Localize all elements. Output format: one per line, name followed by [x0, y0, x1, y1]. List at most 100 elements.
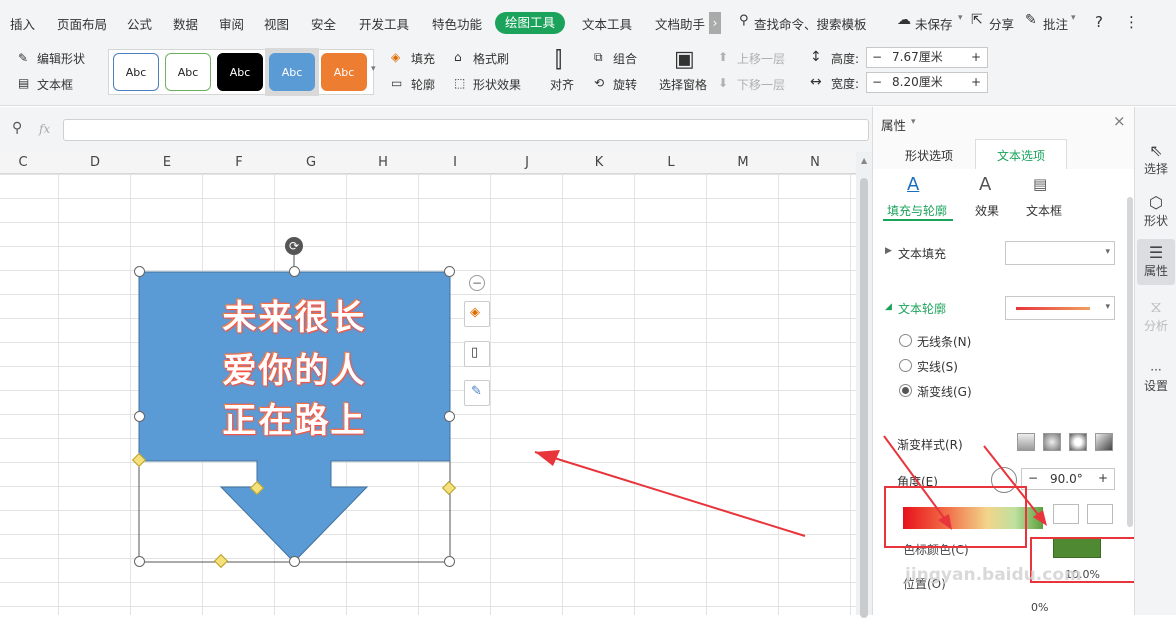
unsaved-status[interactable]: 未保存 — [915, 14, 953, 33]
subtab-fill-outline[interactable]: 填充与轮廓 — [887, 202, 947, 219]
subtab-text-box[interactable]: 文本框 — [1026, 202, 1062, 219]
column-header[interactable]: L — [635, 152, 707, 174]
menu-text-tools[interactable]: 文本工具 — [582, 14, 632, 33]
style-sample-green-outline[interactable]: Abc — [165, 53, 211, 91]
tab-text-options[interactable]: 文本选项 — [997, 147, 1045, 164]
transparency-value[interactable]: 0% — [1031, 601, 1048, 614]
style-sample-blue-outline[interactable]: Abc — [113, 53, 159, 91]
resize-handle[interactable] — [444, 411, 455, 422]
rail-select-button[interactable]: ⇖ 选择 — [1135, 141, 1176, 177]
subtab-effect[interactable]: 效果 — [975, 202, 999, 219]
close-icon[interactable]: × — [1113, 112, 1126, 130]
rotate-button[interactable]: 旋转 — [613, 76, 637, 93]
menu-security[interactable]: 安全 — [311, 14, 336, 33]
resize-handle[interactable] — [444, 556, 455, 567]
style-sample-blue[interactable]: Abc — [269, 53, 315, 91]
menu-drawing-tools[interactable]: 绘图工具 — [495, 12, 565, 34]
height-increment[interactable]: + — [971, 48, 985, 67]
radio-solid-line[interactable] — [899, 359, 912, 372]
text-outline-label[interactable]: 文本轮廓 — [898, 300, 946, 317]
style-sample-black[interactable]: Abc — [217, 53, 263, 91]
resize-handle[interactable] — [134, 556, 145, 567]
radio-no-line[interactable] — [899, 334, 912, 347]
resize-handle[interactable] — [289, 266, 300, 277]
rail-analyze-button[interactable]: ⧖ 分析 — [1135, 297, 1176, 334]
send-backward-button[interactable]: 下移一层 — [737, 76, 785, 93]
text-fill-dropdown[interactable]: ▾ — [1005, 241, 1115, 265]
scroll-up-icon[interactable]: ▲ — [861, 156, 867, 165]
format-painter-button[interactable]: 格式刷 — [473, 50, 509, 67]
menu-insert[interactable]: 插入 — [10, 14, 35, 33]
shape-text-line[interactable]: 未来很长 — [139, 290, 450, 339]
text-outline-dropdown[interactable]: ▾ — [1005, 296, 1115, 320]
menu-page-layout[interactable]: 页面布局 — [57, 14, 107, 33]
column-header[interactable]: J — [491, 152, 563, 174]
help-button[interactable]: ? — [1095, 13, 1103, 31]
share-button[interactable]: 分享 — [989, 14, 1014, 33]
vertical-scrollbar[interactable]: ▲ — [856, 152, 872, 618]
style-sample-orange[interactable]: Abc — [321, 53, 367, 91]
column-header[interactable]: H — [347, 152, 419, 174]
column-header[interactable]: N — [779, 152, 851, 174]
quick-outline-button[interactable]: ▯ — [464, 341, 490, 367]
height-decrement[interactable]: − — [872, 48, 886, 67]
menu-expand-button[interactable]: › — [709, 12, 721, 34]
width-increment[interactable]: + — [971, 73, 985, 92]
text-fill-label[interactable]: 文本填充 — [898, 245, 946, 262]
menu-features[interactable]: 特色功能 — [432, 14, 482, 33]
tab-shape-options[interactable]: 形状选项 — [905, 147, 953, 164]
quick-fill-button[interactable]: ◈ — [464, 301, 490, 327]
width-stepper[interactable]: − 8.20厘米 + — [866, 72, 988, 93]
menu-developer[interactable]: 开发工具 — [359, 14, 409, 33]
column-header[interactable]: C — [0, 152, 59, 174]
menu-doc-assistant[interactable]: 文档助手 — [655, 14, 705, 33]
quick-style-button[interactable]: ✎ — [464, 380, 490, 406]
solid-line-label[interactable]: 实线(S) — [917, 358, 958, 375]
comment-button[interactable]: 批注 — [1043, 14, 1068, 33]
gradient-line-label[interactable]: 渐变线(G) — [917, 383, 972, 400]
width-input[interactable]: 8.20厘米 — [892, 73, 962, 92]
fill-button[interactable]: 填充 — [411, 50, 435, 67]
rail-property-button[interactable]: ☰ 属性 — [1135, 243, 1176, 279]
zoom-icon[interactable]: ⚲ — [12, 120, 22, 136]
column-header[interactable]: I — [419, 152, 491, 174]
column-header[interactable]: M — [707, 152, 779, 174]
height-stepper[interactable]: − 7.67厘米 + — [866, 47, 988, 68]
column-header[interactable]: D — [59, 152, 131, 174]
group-button[interactable]: 组合 — [613, 50, 637, 67]
rail-settings-button[interactable]: ··· 设置 — [1135, 363, 1176, 394]
more-button[interactable]: ⋮ — [1124, 13, 1139, 31]
command-search[interactable]: 查找命令、搜索模板 — [754, 14, 867, 33]
formula-input[interactable] — [63, 119, 869, 141]
column-header[interactable]: E — [131, 152, 203, 174]
align-button[interactable]: 对齐 — [550, 76, 574, 93]
panel-title[interactable]: 属性 — [881, 115, 906, 134]
gallery-more-icon[interactable]: ▾ — [371, 64, 376, 74]
text-box-button[interactable]: 文本框 — [37, 76, 73, 93]
height-input[interactable]: 7.67厘米 — [892, 48, 962, 67]
bring-forward-button[interactable]: 上移一层 — [737, 50, 785, 67]
radio-gradient-line[interactable] — [899, 384, 912, 397]
collapse-icon[interactable]: − — [469, 275, 485, 291]
fx-label[interactable]: fx — [39, 122, 50, 136]
menu-formula[interactable]: 公式 — [127, 14, 152, 33]
edit-shape-button[interactable]: 编辑形状 — [37, 50, 85, 67]
resize-handle[interactable] — [289, 556, 300, 567]
width-decrement[interactable]: − — [872, 73, 886, 92]
column-header[interactable]: K — [563, 152, 635, 174]
rail-shape-button[interactable]: ⬡ 形状 — [1135, 193, 1176, 229]
resize-handle[interactable] — [134, 266, 145, 277]
menu-view[interactable]: 视图 — [264, 14, 289, 33]
shape-text-line[interactable]: 正在路上 — [139, 393, 450, 442]
outline-button[interactable]: 轮廓 — [411, 76, 435, 93]
column-header[interactable]: F — [203, 152, 275, 174]
shape-effect-button[interactable]: 形状效果 — [473, 76, 521, 93]
selection-pane-button[interactable]: 选择窗格 — [659, 76, 707, 93]
scrollbar-thumb[interactable] — [860, 178, 868, 618]
rotate-handle-icon[interactable]: ⟳ — [285, 237, 303, 255]
resize-handle[interactable] — [134, 411, 145, 422]
resize-handle[interactable] — [444, 266, 455, 277]
no-line-label[interactable]: 无线条(N) — [917, 333, 971, 350]
menu-review[interactable]: 审阅 — [219, 14, 244, 33]
shape-text-line[interactable]: 爱你的人 — [139, 343, 450, 392]
